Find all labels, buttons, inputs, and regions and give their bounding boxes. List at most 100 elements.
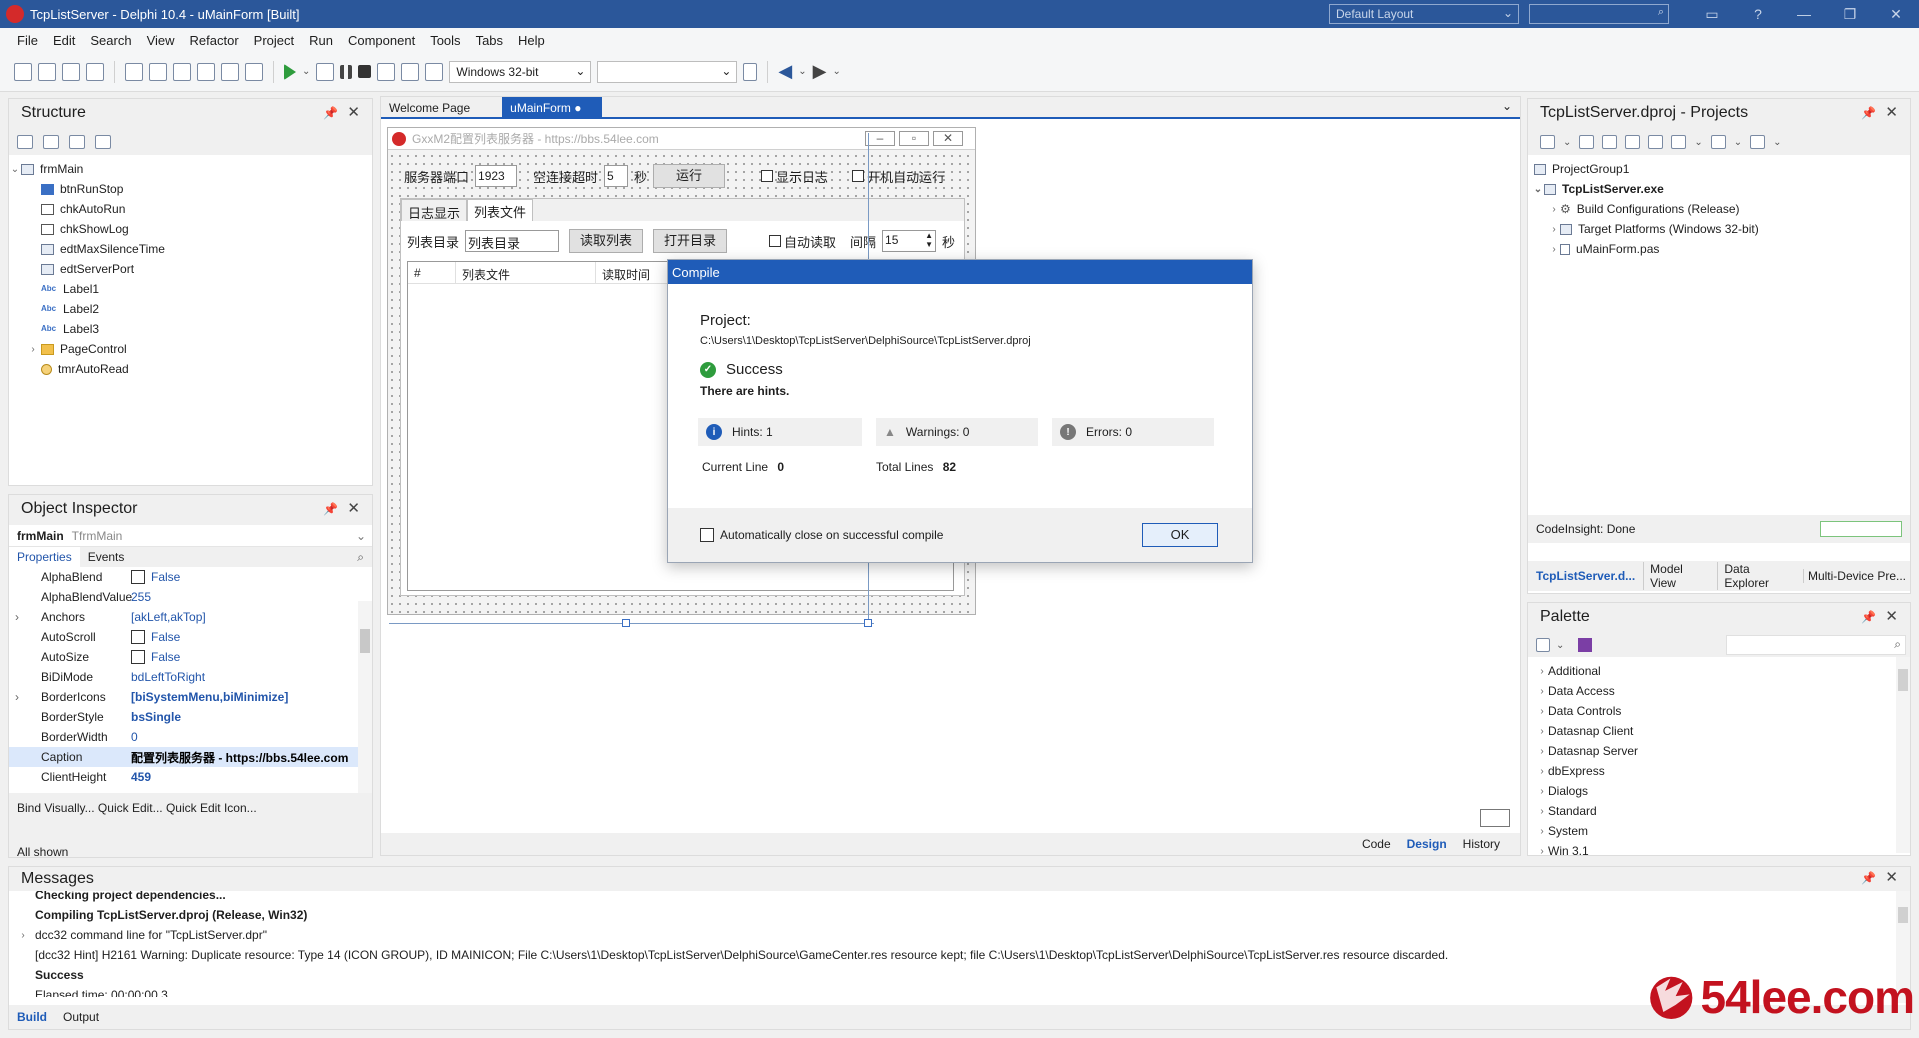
collapse-all-icon[interactable]: [43, 135, 59, 149]
scrollbar-thumb[interactable]: [360, 629, 370, 653]
move-down-icon[interactable]: [95, 135, 111, 149]
tree-item-projectgroup[interactable]: ProjectGroup1: [1528, 159, 1910, 179]
maximize-button[interactable]: ❐: [1827, 0, 1873, 28]
open-project-icon[interactable]: [125, 62, 143, 81]
property-value[interactable]: bsSingle: [127, 710, 353, 724]
save-all-icon[interactable]: [197, 62, 215, 81]
chevron-right-icon[interactable]: ›: [1548, 204, 1560, 215]
chevron-right-icon[interactable]: ›: [15, 690, 19, 704]
platform-combo[interactable]: Windows 32-bit ⌄: [449, 60, 592, 83]
tree-item-frmmain[interactable]: ⌄ frmMain: [9, 159, 372, 179]
back-arrow-icon[interactable]: ◀: [778, 61, 792, 82]
property-row[interactable]: AutoSize False: [9, 647, 372, 667]
palette-category[interactable]: › System: [1528, 821, 1910, 841]
close-icon[interactable]: ✕: [347, 499, 360, 517]
trace-into-icon[interactable]: [377, 62, 396, 81]
spin-arrows-icon[interactable]: ▲ ▼: [925, 231, 933, 249]
tree-item-label1[interactable]: Abc Label1: [9, 279, 372, 299]
port-input[interactable]: 1923: [475, 165, 518, 187]
search-icon[interactable]: ⌕: [357, 550, 364, 565]
property-row[interactable]: AlphaBlend False: [9, 567, 372, 587]
palette-category[interactable]: › dbExpress: [1528, 761, 1910, 781]
folder-open-icon[interactable]: [149, 62, 167, 81]
pin-icon[interactable]: 📌: [1861, 610, 1876, 624]
menu-search[interactable]: Search: [83, 33, 139, 48]
tree-item-tmrautoread[interactable]: tmrAutoRead: [9, 359, 372, 379]
tab-model-view[interactable]: Model View: [1643, 562, 1717, 590]
tab-data-explorer[interactable]: Data Explorer: [1717, 562, 1803, 590]
close-button[interactable]: ✕: [1873, 0, 1919, 28]
remove-from-project-icon[interactable]: [245, 62, 263, 81]
sync-icon[interactable]: [1625, 135, 1641, 149]
chevron-down-icon[interactable]: ⌄: [1773, 137, 1781, 148]
tree-item-edtserverport[interactable]: edtServerPort: [9, 259, 372, 279]
menu-tools[interactable]: Tools: [423, 33, 468, 48]
add-new-project-icon[interactable]: [1579, 135, 1595, 149]
chevron-down-icon[interactable]: ⌄: [302, 66, 310, 77]
menu-component[interactable]: Component: [341, 33, 423, 48]
property-value[interactable]: 0: [127, 730, 353, 744]
checkbox-box[interactable]: [131, 650, 145, 665]
tab-events[interactable]: Events: [80, 550, 133, 564]
interval-spinner[interactable]: 15 ▲ ▼: [882, 230, 937, 252]
menu-edit[interactable]: Edit: [46, 33, 83, 48]
palette-category[interactable]: › Win 3.1: [1528, 841, 1910, 861]
property-value[interactable]: [akLeft,akTop]: [127, 610, 353, 624]
tree-item-chkautorun[interactable]: chkAutoRun: [9, 199, 372, 219]
palette-category[interactable]: › Dialogs: [1528, 781, 1910, 801]
property-row[interactable]: ClientHeight 459: [9, 767, 372, 787]
read-list-button[interactable]: 读取列表: [569, 229, 644, 253]
tab-projects[interactable]: TcpListServer.d...: [1528, 569, 1643, 583]
pin-icon[interactable]: 📌: [323, 502, 338, 516]
ide-search-input[interactable]: ⌕: [1529, 4, 1669, 24]
palette-category[interactable]: › Datasnap Server: [1528, 741, 1910, 761]
property-value[interactable]: False: [127, 570, 353, 585]
checkbox-box[interactable]: [131, 630, 145, 645]
run-until-return-icon[interactable]: [425, 62, 444, 81]
property-value[interactable]: bdLeftToRight: [127, 670, 353, 684]
layout-combo[interactable]: Default Layout ⌄: [1329, 4, 1519, 24]
property-row[interactable]: › Anchors [akLeft,akTop]: [9, 607, 372, 627]
palette-category[interactable]: › Standard: [1528, 801, 1910, 821]
run-without-debug-icon[interactable]: [316, 62, 335, 81]
inspector-object-selector[interactable]: frmMain TfrmMain ⌄: [9, 525, 372, 547]
palette-search-input[interactable]: ⌕: [1726, 635, 1906, 655]
close-icon[interactable]: ✕: [347, 103, 360, 121]
forward-arrow-icon[interactable]: ▶: [813, 61, 827, 82]
column-header-list-file[interactable]: 列表文件: [456, 262, 596, 283]
tab-design[interactable]: Design: [1401, 837, 1453, 851]
scrollbar-thumb[interactable]: [1898, 669, 1908, 691]
auto-read-checkbox[interactable]: 自动读取: [769, 232, 836, 251]
palette-categories-icon[interactable]: [1536, 638, 1550, 652]
pin-icon[interactable]: 📌: [1861, 871, 1876, 885]
property-row[interactable]: BorderWidth 0: [9, 727, 372, 747]
property-row[interactable]: AlphaBlendValue 255: [9, 587, 372, 607]
menu-help[interactable]: Help: [511, 33, 553, 48]
scrollbar-thumb[interactable]: [1898, 907, 1908, 923]
tree-item-target-platforms[interactable]: › Target Platforms (Windows 32-bit): [1528, 219, 1910, 239]
stop-icon[interactable]: [358, 65, 372, 78]
move-up-icon[interactable]: [69, 135, 85, 149]
message-line[interactable]: Compiling TcpListServer.dproj (Release, …: [9, 905, 1910, 925]
tree-item-pagecontrol[interactable]: › PageControl: [9, 339, 372, 359]
chevron-down-icon[interactable]: ⌄: [1694, 137, 1702, 148]
list-dir-input[interactable]: 列表目录: [465, 230, 560, 252]
message-line[interactable]: Success: [9, 965, 1910, 985]
new-file-icon[interactable]: [14, 62, 32, 81]
resize-handle[interactable]: [622, 619, 630, 627]
run-stop-button[interactable]: 运行: [653, 164, 726, 188]
pin-icon[interactable]: 📌: [1861, 106, 1876, 120]
resize-handle[interactable]: [864, 619, 872, 627]
close-icon[interactable]: ✕: [1885, 103, 1898, 121]
chevron-down-icon[interactable]: ⌄: [832, 66, 840, 77]
chevron-right-icon[interactable]: ›: [1548, 244, 1560, 255]
inspector-scrollbar[interactable]: [358, 601, 372, 801]
checkbox-box[interactable]: [131, 570, 145, 585]
menu-file[interactable]: File: [10, 33, 46, 48]
run-icon[interactable]: [284, 63, 296, 80]
tree-item-edtmaxsilencetime[interactable]: edtMaxSilenceTime: [9, 239, 372, 259]
tab-build[interactable]: Build: [9, 1010, 55, 1024]
chevron-down-icon[interactable]: ⌄: [1734, 137, 1742, 148]
ok-button[interactable]: OK: [1142, 523, 1218, 547]
chevron-down-icon[interactable]: ⌄: [1563, 137, 1571, 148]
